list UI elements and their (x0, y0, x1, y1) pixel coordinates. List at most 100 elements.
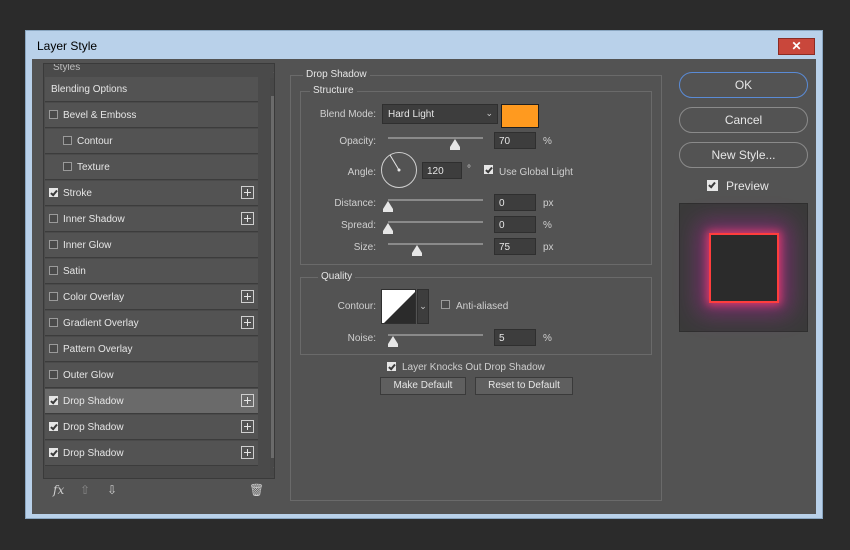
distance-slider-thumb[interactable] (383, 201, 393, 212)
style-item-checkbox[interactable] (49, 396, 58, 405)
ok-button[interactable]: OK (679, 72, 808, 98)
style-item-label: Stroke (63, 188, 92, 199)
angle-input[interactable]: 120 (422, 162, 462, 179)
style-item-inner-glow[interactable]: Inner Glow (45, 233, 258, 258)
styles-list: Styles Blending Options Bevel & Emboss Con… (43, 63, 275, 479)
style-item-checkbox[interactable] (49, 214, 58, 223)
scroll-thumb[interactable] (271, 96, 274, 458)
spread-input[interactable]: 0 (494, 216, 536, 233)
style-item-color-overlay[interactable]: Color Overlay (45, 285, 258, 310)
angle-label: Angle: (347, 167, 376, 178)
make-default-button[interactable]: Make Default (380, 377, 466, 395)
style-item-checkbox[interactable] (49, 110, 58, 119)
style-item-label: Contour (77, 136, 113, 147)
style-item-label: Gradient Overlay (63, 318, 139, 329)
move-down-icon[interactable]: ⇩ (107, 483, 117, 497)
style-item-checkbox[interactable] (49, 448, 58, 457)
title-bar: Layer Style ✕ (26, 31, 822, 58)
style-item-drop-shadow-12[interactable]: Drop Shadow (45, 389, 258, 414)
contour-picker[interactable] (381, 289, 416, 324)
quality-group: Quality Contour: ⌄ Anti-aliased Noise: 5… (300, 271, 652, 355)
move-up-icon[interactable]: ⇧ (80, 483, 90, 497)
style-item-texture[interactable]: Texture (45, 155, 258, 180)
style-item-checkbox[interactable] (63, 136, 72, 145)
contour-label: Contour: (337, 301, 376, 312)
add-effect-icon[interactable] (241, 316, 254, 329)
new-style-button[interactable]: New Style... (679, 142, 808, 168)
style-item-checkbox[interactable] (49, 188, 58, 197)
style-item-checkbox[interactable] (49, 344, 58, 353)
anti-aliased-label: Anti-aliased (456, 301, 509, 312)
size-input[interactable]: 75 (494, 238, 536, 255)
knock-out-checkbox[interactable] (387, 362, 396, 371)
noise-input[interactable]: 5 (494, 329, 536, 346)
style-item-outer-glow[interactable]: Outer Glow (45, 363, 258, 388)
reset-default-button[interactable]: Reset to Default (475, 377, 573, 395)
close-button[interactable]: ✕ (778, 38, 815, 55)
blend-mode-select[interactable]: Hard Light ⌄ (382, 104, 498, 124)
style-item-satin[interactable]: Satin (45, 259, 258, 284)
style-item-pattern-overlay[interactable]: Pattern Overlay (45, 337, 258, 362)
scroll-down-icon[interactable]: ▼ (270, 464, 274, 476)
style-item-checkbox[interactable] (49, 370, 58, 379)
drop-shadow-title: Drop Shadow (303, 69, 370, 80)
add-effect-icon[interactable] (241, 420, 254, 433)
add-effect-icon[interactable] (241, 446, 254, 459)
noise-label: Noise: (347, 333, 376, 344)
opacity-slider-track[interactable] (388, 137, 483, 139)
anti-aliased-checkbox[interactable] (441, 300, 450, 309)
style-item-label: Inner Glow (63, 240, 112, 251)
spread-slider-thumb[interactable] (383, 223, 393, 234)
style-item-stroke[interactable]: Stroke (45, 181, 258, 206)
angle-dial[interactable] (381, 152, 417, 188)
layer-style-dialog: Layer Style ✕ Styles Blending Options Bev… (25, 30, 823, 519)
style-item-checkbox[interactable] (49, 240, 58, 249)
style-item-drop-shadow-14[interactable]: Drop Shadow (45, 441, 258, 466)
style-item-label: Outer Glow (63, 370, 114, 381)
cancel-button[interactable]: Cancel (679, 107, 808, 133)
use-global-light-label: Use Global Light (499, 167, 573, 178)
noise-slider-track[interactable] (388, 334, 483, 336)
angle-unit: ° (467, 164, 471, 175)
style-item-label: Pattern Overlay (63, 344, 133, 355)
size-slider-thumb[interactable] (411, 245, 422, 256)
style-item-gradient-overlay[interactable]: Gradient Overlay (45, 311, 258, 336)
style-item-label: Texture (77, 162, 110, 173)
style-item-drop-shadow-13[interactable]: Drop Shadow (45, 415, 258, 440)
styles-scrollbar[interactable]: ▲ ▼ (270, 66, 274, 476)
style-item-checkbox[interactable] (49, 292, 58, 301)
distance-slider-track[interactable] (388, 199, 483, 201)
noise-slider-thumb[interactable] (387, 336, 398, 347)
spread-slider-track[interactable] (388, 221, 483, 223)
style-item-bevel-emboss[interactable]: Bevel & Emboss (45, 103, 258, 128)
shadow-color-swatch[interactable] (501, 104, 539, 128)
style-item-blending-options[interactable]: Blending Options (45, 77, 258, 102)
style-item-checkbox[interactable] (49, 266, 58, 275)
opacity-slider-thumb[interactable] (449, 139, 460, 150)
opacity-input[interactable]: 70 (494, 132, 536, 149)
style-item-inner-shadow[interactable]: Inner Shadow (45, 207, 258, 232)
add-effect-icon[interactable] (241, 290, 254, 303)
fx-icon[interactable]: fx (53, 483, 64, 497)
add-effect-icon[interactable] (241, 394, 254, 407)
add-effect-icon[interactable] (241, 186, 254, 199)
styles-list-header: Styles (53, 63, 81, 73)
opacity-unit: % (543, 136, 552, 147)
style-item-label: Drop Shadow (63, 448, 124, 459)
add-effect-icon[interactable] (241, 212, 254, 225)
style-item-label: Drop Shadow (63, 396, 124, 407)
preview-checkbox[interactable] (707, 180, 718, 191)
blend-mode-value: Hard Light (388, 109, 435, 120)
style-item-checkbox[interactable] (49, 318, 58, 327)
preview-thumbnail (679, 203, 808, 332)
use-global-light-checkbox[interactable] (484, 165, 493, 174)
style-item-contour[interactable]: Contour (45, 129, 258, 154)
size-slider-track[interactable] (388, 243, 483, 245)
spread-label: Spread: (340, 220, 376, 231)
style-item-checkbox[interactable] (49, 422, 58, 431)
scroll-up-icon[interactable]: ▲ (270, 65, 274, 77)
style-item-checkbox[interactable] (63, 162, 72, 171)
distance-input[interactable]: 0 (494, 194, 536, 211)
trash-icon[interactable]: 🗑 (249, 483, 264, 497)
contour-dropdown-button[interactable]: ⌄ (417, 289, 429, 324)
